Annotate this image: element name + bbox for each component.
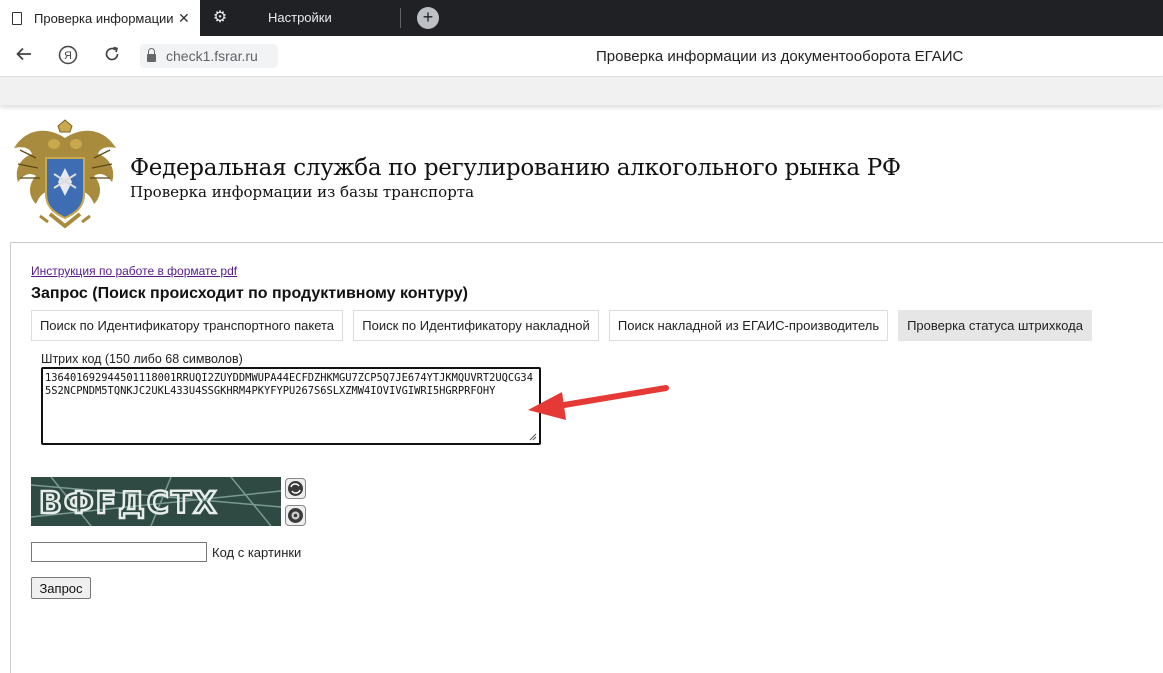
emblem-logo xyxy=(14,119,116,229)
audio-icon xyxy=(288,508,303,523)
resize-grip-icon[interactable] xyxy=(529,433,537,441)
captcha-code-input[interactable] xyxy=(31,542,207,562)
back-arrow-icon[interactable] xyxy=(13,45,35,67)
pdf-instruction-link[interactable]: Инструкция по работе в формате pdf xyxy=(31,264,237,278)
address-bar[interactable]: check1.fsrar.ru xyxy=(140,44,278,68)
tab-egais-check[interactable]: Проверка информации из документооборота … xyxy=(0,0,200,36)
content-panel xyxy=(10,242,1163,673)
browser-tabstrip: Проверка информации из документооборота … xyxy=(0,0,1163,36)
captcha-refresh-button[interactable] xyxy=(285,478,306,499)
gear-icon[interactable]: ⚙ xyxy=(210,8,230,28)
submit-query-button[interactable]: Запрос xyxy=(31,577,91,599)
captcha-image: ВФFДСТХ xyxy=(31,477,281,526)
barcode-value: 136401692944501118001RRUQI2ZUYDDMWUPA44E… xyxy=(45,372,533,397)
document-icon xyxy=(12,11,22,25)
barcode-label: Штрих код (150 либо 68 символов) xyxy=(41,352,243,366)
mode-producer-invoice-button[interactable]: Поиск накладной из ЕГАИС-производитель xyxy=(609,310,888,341)
mode-invoice-id-button[interactable]: Поиск по Идентификатору накладной xyxy=(353,310,599,341)
captcha-audio-button[interactable] xyxy=(285,505,306,526)
browser-toolbar: Я check1.fsrar.ru Проверка информации из… xyxy=(0,36,1163,77)
reload-icon[interactable] xyxy=(101,45,123,67)
svg-text:Я: Я xyxy=(64,50,72,62)
tab-title: Проверка информации из документооборота … xyxy=(34,10,174,26)
barcode-textarea[interactable]: 136401692944501118001RRUQI2ZUYDDMWUPA44E… xyxy=(41,367,541,445)
new-tab-button[interactable]: + xyxy=(417,7,439,29)
site-title: Федеральная служба по регулированию алко… xyxy=(130,155,901,181)
site-subtitle: Проверка информации из базы транспорта xyxy=(130,183,475,201)
page-top-bar xyxy=(0,77,1163,105)
yandex-icon[interactable]: Я xyxy=(57,45,79,67)
annotation-arrow-icon xyxy=(528,385,669,420)
lock-icon xyxy=(147,48,156,62)
tab-divider xyxy=(400,8,401,28)
captcha-code-label: Код с картинки xyxy=(212,545,302,560)
query-heading: Запрос (Поиск происходит по продуктивном… xyxy=(31,285,468,302)
page-title-bar: Проверка информации из документооборота … xyxy=(596,48,964,65)
mode-barcode-status-button[interactable]: Проверка статуса штрихкода xyxy=(898,310,1092,341)
url-text: check1.fsrar.ru xyxy=(166,48,258,64)
close-tab-icon[interactable]: ✕ xyxy=(178,10,190,27)
refresh-icon xyxy=(288,481,303,496)
tab-settings[interactable]: Настройки xyxy=(268,10,332,25)
mode-transport-package-button[interactable]: Поиск по Идентификатору транспортного па… xyxy=(31,310,343,341)
svg-text:ВФFДСТХ: ВФFДСТХ xyxy=(39,486,218,521)
